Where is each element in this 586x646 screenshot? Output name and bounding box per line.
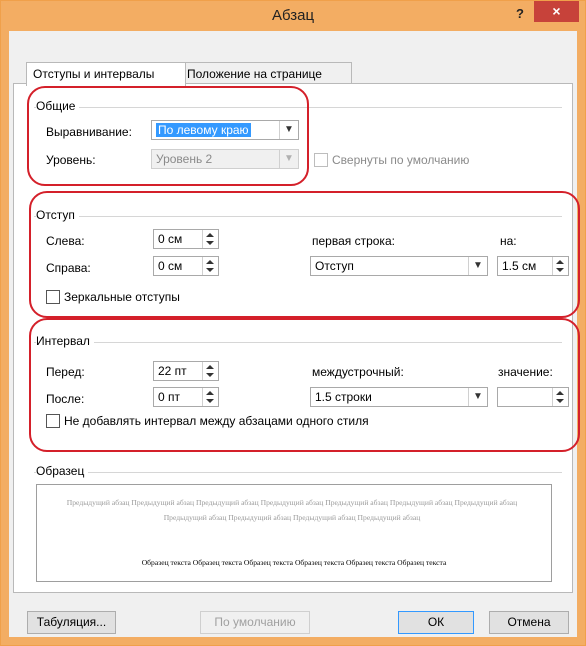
highlight-indent (29, 191, 580, 318)
preview-sample-text: Образец текста Образец текста Образец те… (141, 558, 447, 567)
help-button[interactable]: ? (509, 3, 531, 25)
close-button[interactable]: × (534, 1, 579, 22)
dialog-title: Абзац (271, 7, 315, 24)
set-default-button[interactable]: По умолчанию (200, 611, 310, 634)
collapsed-checkbox[interactable] (314, 153, 328, 167)
title-bar[interactable]: Абзац ? × (1, 1, 585, 31)
tab-line-page-breaks-label: Положение на странице (187, 67, 322, 81)
tabs-button[interactable]: Табуляция... (27, 611, 116, 634)
highlight-spacing (29, 318, 580, 452)
cancel-button[interactable]: Отмена (489, 611, 569, 634)
ok-button[interactable]: ОК (398, 611, 474, 634)
tab-indents-spacing-label: Отступы и интервалы (33, 67, 155, 81)
preview-section-title: Образец (36, 464, 89, 478)
preview-previous-paragraph: Предыдущий абзац Предыдущий абзац Предыд… (66, 498, 518, 522)
highlight-general (27, 86, 309, 186)
preview-box: Предыдущий абзац Предыдущий абзац Предыд… (36, 484, 552, 582)
preview-separator (34, 472, 562, 473)
collapsed-label: Свернуты по умолчанию (332, 153, 470, 167)
tab-indents-spacing[interactable]: Отступы и интервалы (26, 62, 186, 86)
tab-line-page-breaks[interactable]: Положение на странице (180, 62, 352, 85)
